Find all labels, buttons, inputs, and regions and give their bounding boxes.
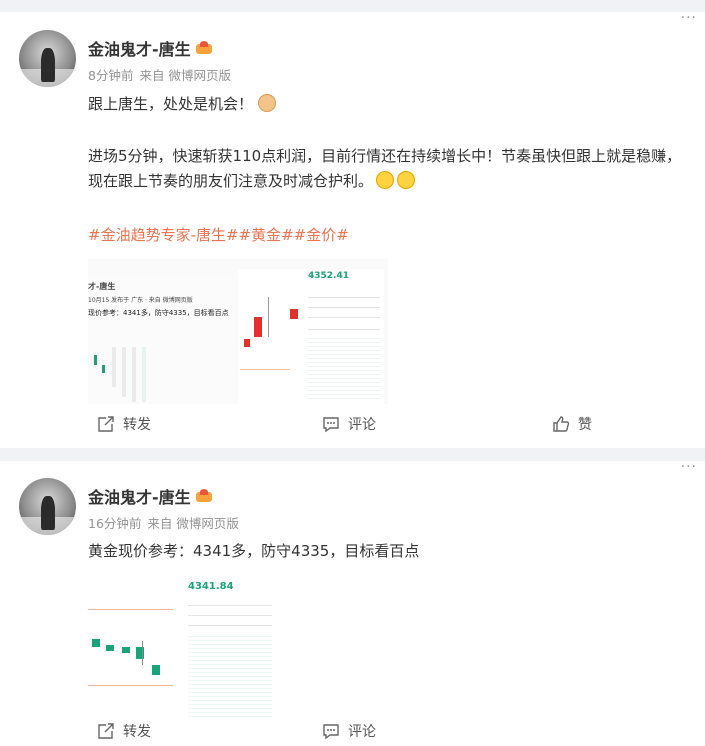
comment-label: 评论: [348, 417, 376, 433]
post-source: 微博网页版: [168, 68, 231, 83]
repost-icon: [98, 416, 114, 432]
crying-emoji-icon: [376, 171, 395, 189]
crying-emoji-icon: [397, 171, 416, 189]
repost-icon: [98, 723, 114, 739]
avatar[interactable]: [19, 30, 76, 87]
image-right-screenshot: 4352.41: [238, 269, 384, 404]
weibo-post-card: ··· 金油鬼才-唐生 8分钟前 来自 微博网页版 跟上唐生，处处是机会！ 进场5分…: [0, 10, 705, 448]
image-text: 现价参考：4341多，防守4335，目标看百点: [88, 309, 229, 317]
comment-label: 评论: [348, 724, 376, 740]
repost-button[interactable]: 转发: [97, 721, 151, 741]
vip-crown-icon: [195, 489, 213, 503]
action-bar: 转发 评论 赞: [0, 414, 705, 444]
author-row: 金油鬼才-唐生: [88, 36, 213, 60]
post-time[interactable]: 16分钟前: [88, 516, 141, 531]
post-text: 跟上唐生，处处是机会！: [88, 95, 254, 113]
author-row: 金油鬼才-唐生: [88, 484, 213, 508]
repost-label: 转发: [123, 724, 151, 740]
topic-tags[interactable]: #金油趋势专家-唐生##黄金##金价#: [88, 224, 349, 245]
post-image[interactable]: 4341.84: [88, 575, 276, 717]
weibo-post-card: ··· 金油鬼才-唐生 16分钟前 来自 微博网页版 黄金现价参考：4341多，防守…: [0, 459, 705, 746]
image-meta: 10月15 发布于 广东 · 来自 微博网页版: [88, 297, 193, 304]
comment-button[interactable]: 评论: [322, 414, 376, 434]
vip-crown-icon: [195, 41, 213, 55]
post-text-line1: 跟上唐生，处处是机会！: [88, 92, 693, 117]
author-name[interactable]: 金油鬼才-唐生: [88, 484, 191, 508]
more-options-icon[interactable]: ···: [681, 459, 697, 475]
author-name[interactable]: 金油鬼才-唐生: [88, 36, 191, 60]
comment-button[interactable]: 评论: [322, 721, 376, 741]
more-options-icon[interactable]: ···: [681, 10, 697, 26]
post-text-body: 进场5分钟，快速斩获110点利润，目前行情还在持续增长中！节奏虽快但跟上就是稳赚…: [88, 144, 693, 194]
repost-label: 转发: [123, 417, 151, 433]
post-meta: 8分钟前 来自 微博网页版: [88, 65, 231, 84]
like-label: 赞: [578, 417, 592, 433]
comment-icon: [323, 417, 339, 433]
post-image[interactable]: 才-唐生 10月15 发布于 广东 · 来自 微博网页版 现价参考：4341多，…: [88, 259, 388, 404]
repost-button[interactable]: 转发: [97, 414, 151, 434]
source-prefix: 来自: [139, 68, 165, 83]
avatar[interactable]: [19, 478, 76, 535]
fist-emoji-icon: [257, 94, 276, 112]
post-text: 黄金现价参考：4341多，防守4335，目标看百点: [88, 542, 420, 560]
source-prefix: 来自: [147, 516, 173, 531]
image-author-name: 才-唐生: [88, 282, 116, 291]
image-price: 4352.41: [308, 271, 349, 281]
action-bar: 转发 评论: [0, 721, 705, 746]
comment-icon: [323, 724, 339, 740]
image-price: 4341.84: [188, 581, 234, 592]
post-time[interactable]: 8分钟前: [88, 68, 133, 83]
like-button[interactable]: 赞: [552, 414, 592, 434]
post-source: 微博网页版: [176, 516, 239, 531]
image-left-screenshot: 才-唐生 10月15 发布于 广东 · 来自 微博网页版 现价参考：4341多，…: [88, 275, 236, 404]
thumbs-up-icon: [553, 416, 570, 432]
post-meta: 16分钟前 来自 微博网页版: [88, 513, 239, 532]
